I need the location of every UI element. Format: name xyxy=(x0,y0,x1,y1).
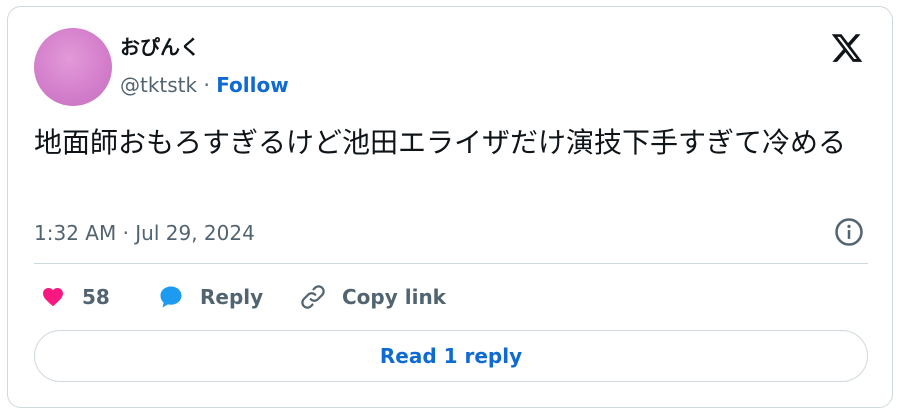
author-handle-row: @tktstk · Follow xyxy=(120,72,289,98)
like-button[interactable]: 58 xyxy=(40,282,110,312)
handle-separator: · xyxy=(203,73,210,97)
avatar[interactable] xyxy=(34,28,112,106)
tweet-text: 地面師おもろすぎるけど池田エライザだけ演技下手すぎて冷める xyxy=(34,126,847,159)
reply-button[interactable]: Reply xyxy=(156,282,263,312)
follow-link[interactable]: Follow xyxy=(216,73,289,97)
heart-icon xyxy=(43,288,63,307)
link-icon xyxy=(301,285,325,309)
x-logo-icon[interactable] xyxy=(830,31,864,65)
author-handle[interactable]: @tktstk xyxy=(120,73,197,97)
tweet-card: おぴんく @tktstk · Follow 地面師おもろすぎるけど池田エライザだ… xyxy=(7,6,893,408)
tweet-timestamp[interactable]: 1:32 AM · Jul 29, 2024 xyxy=(34,220,255,246)
read-replies-button[interactable]: Read 1 reply xyxy=(34,330,868,382)
copy-link-label: Copy link xyxy=(342,285,446,309)
info-icon[interactable] xyxy=(834,217,864,247)
speech-bubble-icon xyxy=(160,286,182,308)
copy-link-button[interactable]: Copy link xyxy=(298,282,446,312)
divider xyxy=(34,263,868,264)
author-display-name[interactable]: おぴんく xyxy=(120,34,200,60)
like-count: 58 xyxy=(82,285,110,309)
reply-label: Reply xyxy=(200,285,264,309)
